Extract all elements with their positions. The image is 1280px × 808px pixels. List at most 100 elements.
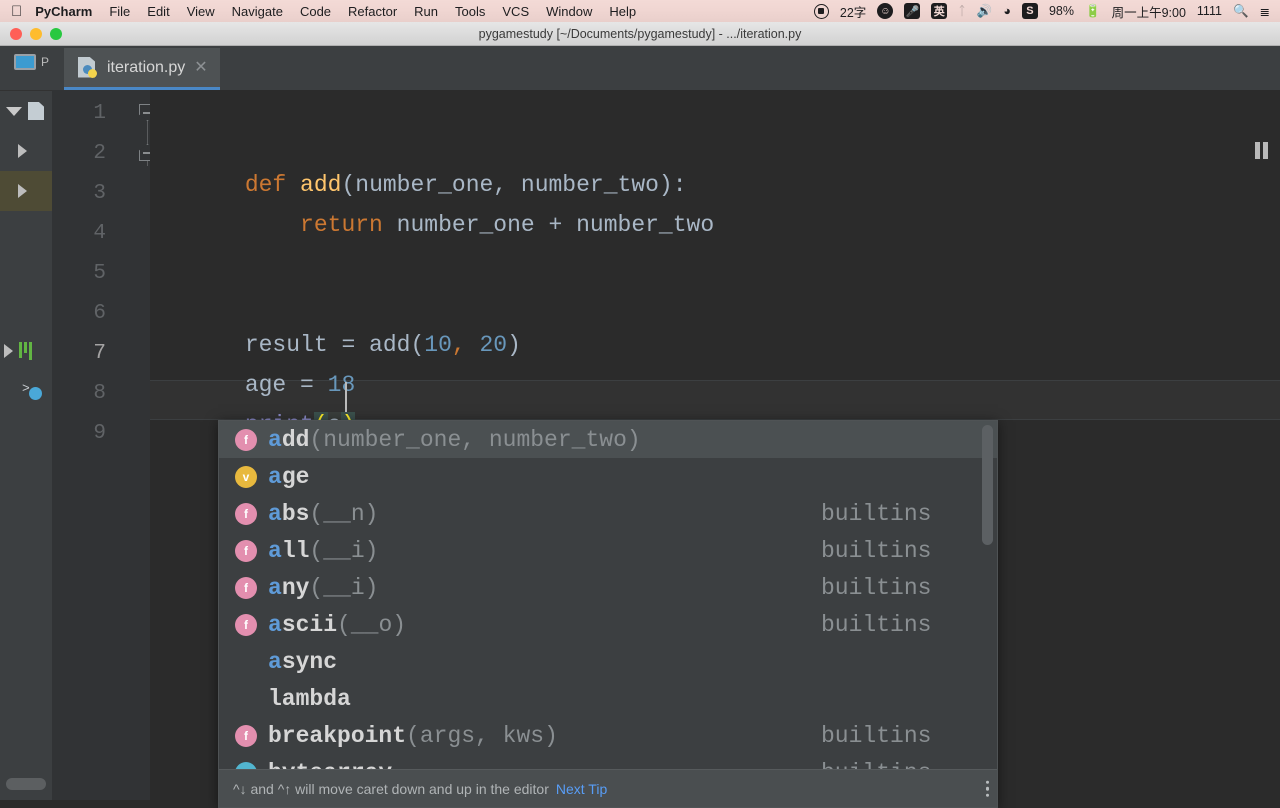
completion-item[interactable]: f ascii(__o) builtins xyxy=(219,606,997,643)
record-icon[interactable] xyxy=(814,4,829,19)
tree-row[interactable] xyxy=(0,251,52,291)
tree-row[interactable] xyxy=(0,91,52,131)
completion-item[interactable]: f any(__i) builtins xyxy=(219,569,997,606)
code-token: 10 xyxy=(424,332,452,358)
clock-label[interactable]: 周一上午9:00 xyxy=(1112,2,1186,21)
battery-charging-icon[interactable]: 🔋 xyxy=(1085,4,1101,19)
tree-row[interactable] xyxy=(0,211,52,251)
editor-gutter[interactable]: 1 2 3 4 5 6 7 8 9 xyxy=(52,90,150,800)
function-icon: f xyxy=(235,429,257,451)
sogou-icon[interactable]: S xyxy=(1022,3,1038,19)
text-caret xyxy=(345,382,347,412)
green-bars-icon xyxy=(19,342,32,360)
completion-item[interactable]: lambda xyxy=(219,680,997,717)
kebab-menu-icon[interactable] xyxy=(986,780,990,797)
completion-module: builtins xyxy=(821,723,931,749)
menu-code[interactable]: Code xyxy=(300,4,331,19)
input-count-label[interactable]: 22字 xyxy=(840,2,866,21)
chevron-right-icon[interactable] xyxy=(18,184,27,198)
code-token: ) xyxy=(507,332,521,358)
project-tree[interactable]: > xyxy=(0,90,52,752)
menu-bar-status-area: 22字 ☺ 🎤 英 ᛏ 🔊 ◕ S 98% 🔋 周一上午9:00 1111 🔍 … xyxy=(814,2,1280,21)
next-tip-link[interactable]: Next Tip xyxy=(556,781,607,797)
tab-label: iteration.py xyxy=(107,59,185,77)
function-icon: f xyxy=(235,577,257,599)
completion-module: builtins xyxy=(821,501,931,527)
completion-module: builtins xyxy=(821,538,931,564)
battery-percent-label[interactable]: 98% xyxy=(1049,4,1074,18)
ime-icon[interactable]: 英 xyxy=(931,3,947,19)
microphone-icon[interactable]: 🎤 xyxy=(904,3,920,19)
control-center-icon[interactable]: ≣ xyxy=(1260,4,1270,19)
window-title: pygamestudy [~/Documents/pygamestudy] - … xyxy=(0,27,1280,41)
menu-file[interactable]: File xyxy=(109,4,130,19)
completion-label: breakpoint(args, kws) xyxy=(268,723,558,749)
volume-icon[interactable]: 🔊 xyxy=(977,4,993,19)
completion-item[interactable]: f all(__i) builtins xyxy=(219,532,997,569)
tree-row[interactable] xyxy=(0,331,52,371)
code-token: , xyxy=(452,332,480,358)
menu-refactor[interactable]: Refactor xyxy=(348,4,397,19)
menu-edit[interactable]: Edit xyxy=(147,4,169,19)
code-completion-popup[interactable]: f add(number_one, number_two) v age f ab… xyxy=(218,420,998,808)
editor-tab-iteration-py[interactable]: iteration.py ✕ xyxy=(64,48,220,90)
keyword-no-icon xyxy=(235,651,257,673)
completion-label: any(__i) xyxy=(268,575,378,601)
tree-row[interactable] xyxy=(0,171,52,211)
line-number: 1 xyxy=(93,102,106,125)
menu-navigate[interactable]: Navigate xyxy=(232,4,283,19)
completion-item[interactable]: v age xyxy=(219,458,997,495)
keyword-no-icon xyxy=(235,688,257,710)
menu-tools[interactable]: Tools xyxy=(455,4,485,19)
chevron-down-icon[interactable] xyxy=(6,107,22,116)
menu-app-name[interactable]: PyCharm xyxy=(35,4,92,19)
close-icon[interactable]: ✕ xyxy=(194,60,207,76)
menu-view[interactable]: View xyxy=(187,4,215,19)
menu-help[interactable]: Help xyxy=(609,4,636,19)
wifi-icon[interactable]: ◕ xyxy=(1003,4,1011,18)
menu-run[interactable]: Run xyxy=(414,4,438,19)
completion-item[interactable]: f abs(__n) builtins xyxy=(219,495,997,532)
bluetooth-icon[interactable]: ᛏ xyxy=(958,4,966,18)
completion-item[interactable]: async xyxy=(219,643,997,680)
completion-label: all(__i) xyxy=(268,538,378,564)
tree-row[interactable] xyxy=(0,291,52,331)
chevron-right-icon[interactable] xyxy=(18,144,27,158)
tree-row[interactable] xyxy=(0,131,52,171)
completion-label: age xyxy=(268,464,309,490)
popup-scrollbar-thumb[interactable] xyxy=(982,425,993,545)
macos-menu-bar:  PyCharm File Edit View Navigate Code R… xyxy=(0,0,1280,22)
search-icon[interactable]: 🔍 xyxy=(1233,4,1249,19)
completion-item[interactable]: f breakpoint(args, kws) builtins xyxy=(219,717,997,754)
project-h-scrollbar[interactable] xyxy=(6,778,46,790)
code-token: return xyxy=(300,212,383,238)
function-icon: f xyxy=(235,614,257,636)
smiley-icon[interactable]: ☺ xyxy=(877,3,893,19)
function-icon: f xyxy=(235,503,257,525)
ime-label: 英 xyxy=(931,3,947,19)
run-triangle-icon[interactable] xyxy=(4,344,13,358)
inspections-pause-icon[interactable] xyxy=(1255,142,1268,159)
left-tool-panel: P > xyxy=(0,46,52,800)
tree-row[interactable]: > xyxy=(0,371,52,411)
completion-label: async xyxy=(268,649,337,675)
function-icon: f xyxy=(235,540,257,562)
line-number: 8 xyxy=(93,382,106,405)
line-number: 4 xyxy=(93,222,106,245)
menu-window[interactable]: Window xyxy=(546,4,592,19)
project-tool-button[interactable]: P xyxy=(14,54,49,70)
menu-vcs[interactable]: VCS xyxy=(502,4,529,19)
project-window-icon xyxy=(14,54,36,70)
window-title-bar: pygamestudy [~/Documents/pygamestudy] - … xyxy=(0,22,1280,46)
code-token: 20 xyxy=(479,332,507,358)
ide-body: P > xyxy=(0,46,1280,800)
folder-icon xyxy=(28,102,44,120)
apple-icon[interactable]:  xyxy=(11,4,22,19)
completion-item[interactable]: f add(number_one, number_two) xyxy=(219,421,997,458)
completion-label: lambda xyxy=(268,686,351,712)
code-token: number_one + number_two xyxy=(383,212,714,238)
completion-label: add(number_one, number_two) xyxy=(268,427,641,453)
line-number: 5 xyxy=(93,262,106,285)
user-label[interactable]: 1111 xyxy=(1197,4,1222,18)
python-console-icon[interactable]: > xyxy=(22,381,42,401)
